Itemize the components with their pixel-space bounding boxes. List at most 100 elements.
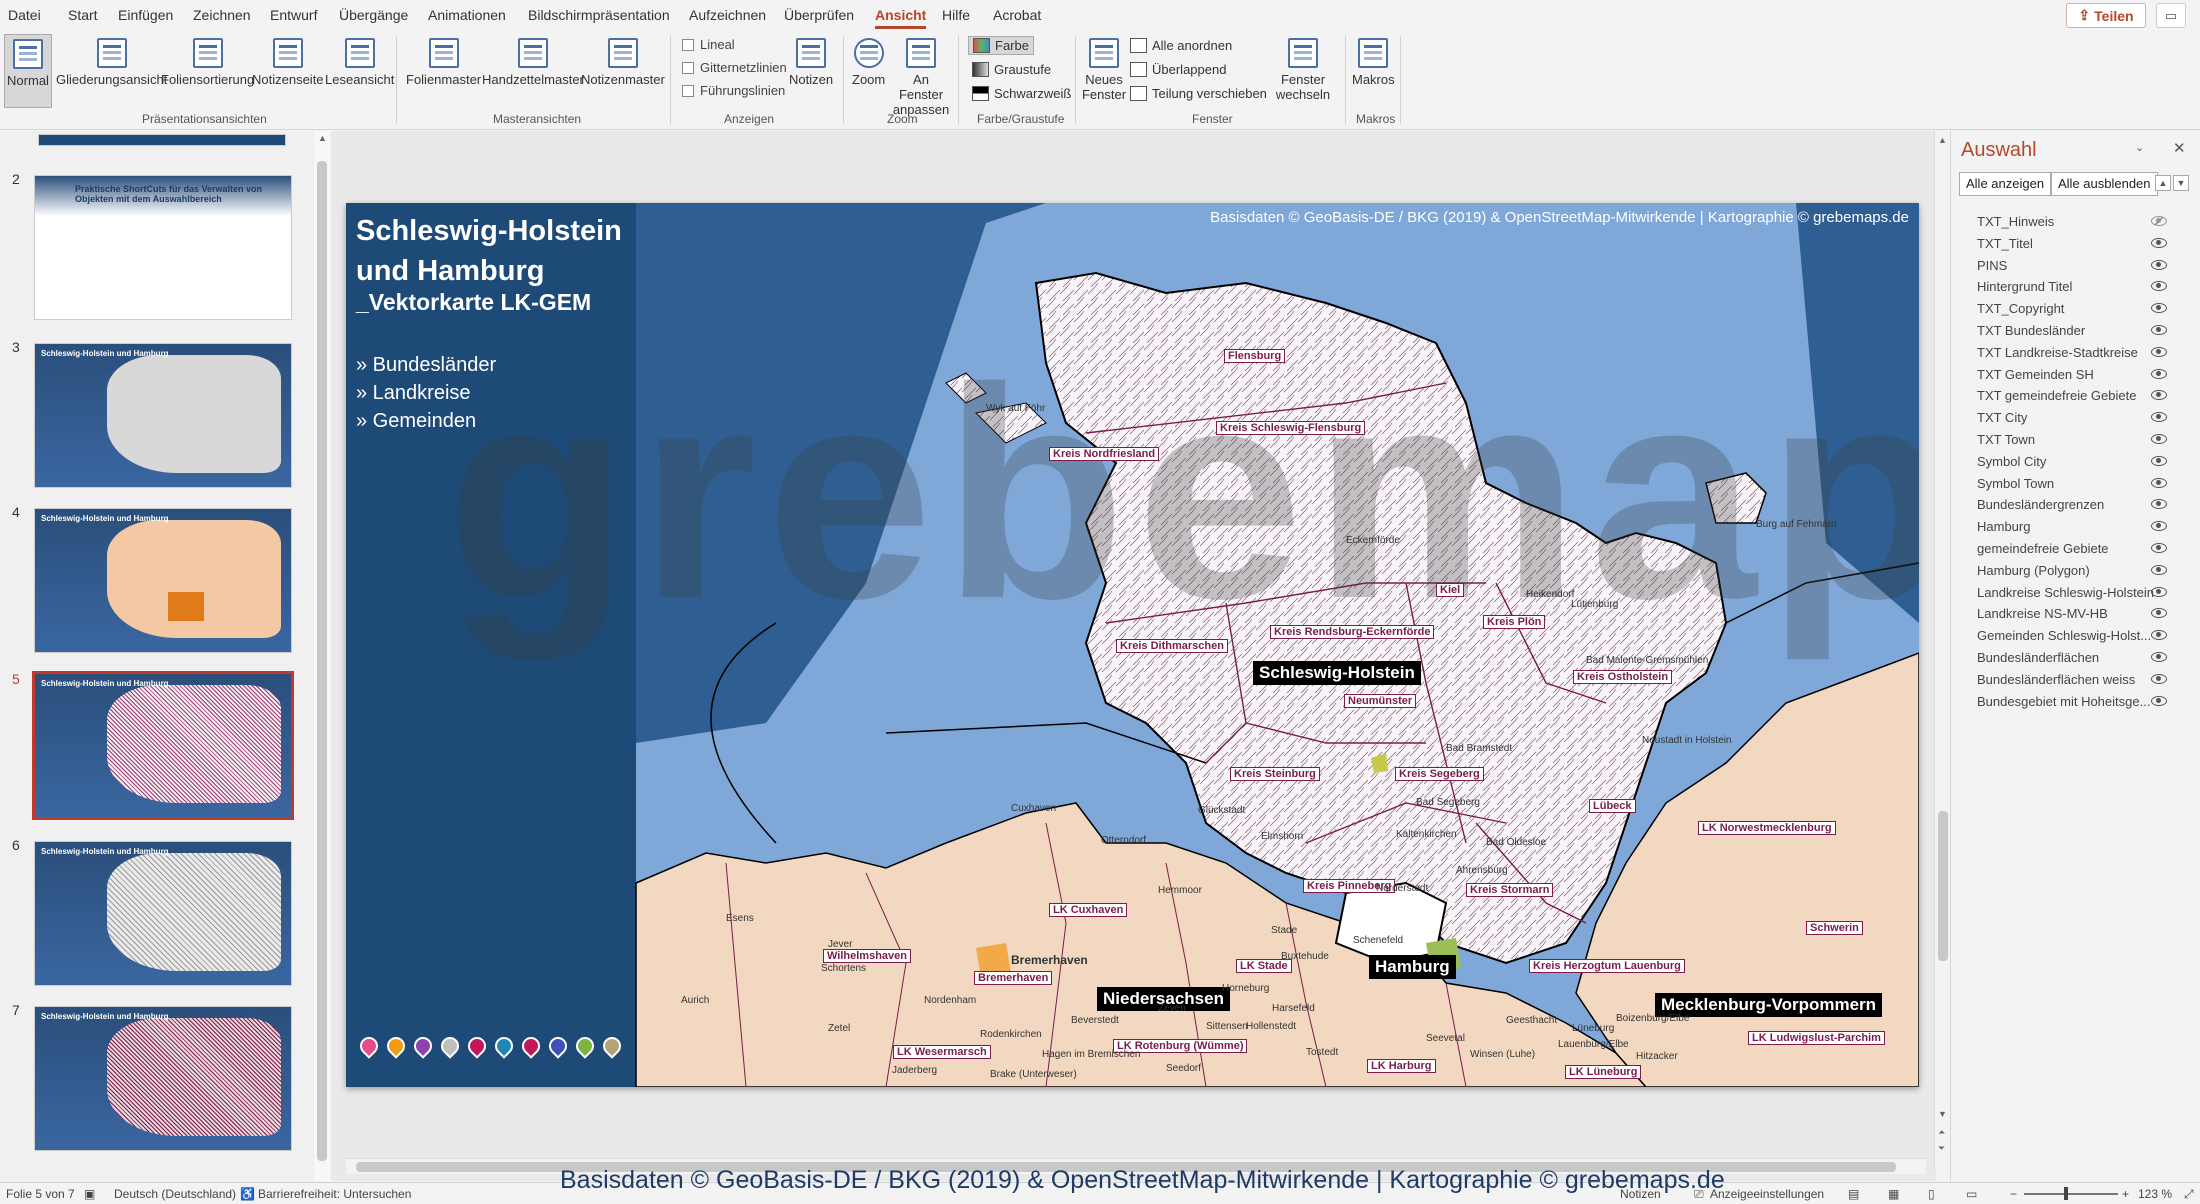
zoom-button[interactable]: Zoom bbox=[852, 38, 885, 87]
eye-icon[interactable] bbox=[2151, 455, 2167, 466]
district-label[interactable]: Lübeck bbox=[1589, 799, 1636, 813]
color-button[interactable]: Farbe bbox=[968, 36, 1034, 55]
district-label[interactable]: Kiel bbox=[1436, 583, 1465, 597]
selection-item[interactable]: Bundesländerflächen weiss bbox=[1951, 669, 2200, 690]
slideshow-icon[interactable]: ▭ bbox=[1966, 1187, 1977, 1201]
next-slide-icon[interactable]: ⏷ bbox=[1938, 1143, 1945, 1154]
district-label[interactable]: Kreis Schleswig-Flensburg bbox=[1216, 421, 1366, 435]
eye-icon[interactable] bbox=[2151, 325, 2167, 335]
district-label[interactable]: Schwerin bbox=[1806, 921, 1863, 935]
normal-view-button[interactable]: Normal bbox=[4, 34, 52, 108]
eye-icon[interactable] bbox=[2151, 477, 2167, 488]
switch-window-button[interactable]: Fenster wechseln bbox=[1268, 38, 1338, 102]
eye-icon[interactable] bbox=[2151, 521, 2167, 532]
pin-icon[interactable] bbox=[491, 1033, 517, 1059]
district-label[interactable]: Kreis Segeberg bbox=[1395, 767, 1484, 781]
scrollbar-thumb[interactable] bbox=[1938, 811, 1948, 961]
district-label[interactable]: Kreis Nordfriesland bbox=[1049, 447, 1160, 461]
pin-icon[interactable] bbox=[518, 1033, 544, 1059]
selection-item[interactable]: Hamburg (Polygon) bbox=[1951, 560, 2200, 581]
eye-icon[interactable] bbox=[2151, 608, 2167, 619]
district-label[interactable]: Kreis Stormarn bbox=[1466, 883, 1554, 897]
slide-thumbnail-7[interactable]: Schleswig-Holstein und Hamburg bbox=[34, 1006, 292, 1151]
eye-icon[interactable] bbox=[2151, 281, 2167, 292]
comment-button[interactable]: ▭ bbox=[2156, 3, 2186, 28]
scrollbar-thumb[interactable] bbox=[317, 161, 327, 1161]
tab-ansicht[interactable]: Ansicht bbox=[875, 7, 927, 29]
zoom-in-icon[interactable]: + bbox=[2122, 1187, 2129, 1201]
tab-animationen[interactable]: Animationen bbox=[428, 7, 506, 23]
selection-item[interactable]: Gemeinden Schleswig-Holst... bbox=[1951, 625, 2200, 646]
slide-thumbnail-4[interactable]: Schleswig-Holstein und Hamburg bbox=[34, 508, 292, 653]
district-label[interactable]: Kreis Steinburg bbox=[1230, 767, 1320, 781]
eye-icon[interactable] bbox=[2151, 368, 2167, 379]
pin-icon[interactable] bbox=[464, 1033, 490, 1059]
scroll-up-icon[interactable]: ▲ bbox=[318, 133, 327, 143]
pin-icon[interactable] bbox=[545, 1033, 571, 1059]
reading-view-button[interactable]: Leseansicht bbox=[325, 38, 394, 87]
selection-item[interactable]: Landkreise NS-MV-HB bbox=[1951, 603, 2200, 624]
district-label[interactable]: Neumünster bbox=[1344, 694, 1417, 708]
guides-checkbox[interactable]: Führungslinien bbox=[682, 83, 785, 98]
gridlines-checkbox[interactable]: Gitternetzlinien bbox=[682, 60, 787, 75]
selection-item[interactable]: gemeindefreie Gebiete bbox=[1951, 538, 2200, 559]
tab-entwurf[interactable]: Entwurf bbox=[270, 7, 317, 23]
selection-item[interactable]: Hamburg bbox=[1951, 516, 2200, 537]
move-split-button[interactable]: Teilung verschieben bbox=[1130, 86, 1267, 101]
accessibility-icon[interactable]: ♿ bbox=[240, 1187, 255, 1201]
eye-icon[interactable] bbox=[2151, 695, 2167, 706]
tab-zeichnen[interactable]: Zeichnen bbox=[193, 7, 251, 23]
selection-item[interactable]: Bundesländergrenzen bbox=[1951, 494, 2200, 515]
scroll-up-icon[interactable]: ▲ bbox=[1938, 135, 1947, 145]
zoom-slider[interactable] bbox=[2024, 1193, 2118, 1195]
selection-item[interactable]: PINS bbox=[1951, 255, 2200, 276]
selection-item[interactable]: Bundesgebiet mit Hoheitsge... bbox=[1951, 691, 2200, 712]
send-backward-icon[interactable]: ▼ bbox=[2173, 175, 2189, 191]
normal-view-icon[interactable]: ▤ bbox=[1848, 1187, 1859, 1201]
eye-icon[interactable] bbox=[2151, 673, 2167, 684]
eye-icon[interactable] bbox=[2151, 237, 2167, 248]
selection-item[interactable]: Hintergrund Titel bbox=[1951, 276, 2200, 297]
previous-slide-icon[interactable]: ⏶ bbox=[1938, 1127, 1945, 1138]
slide-thumbnail-5-selected[interactable]: Schleswig-Holstein und Hamburg bbox=[32, 671, 294, 820]
tab-hilfe[interactable]: Hilfe bbox=[942, 7, 970, 23]
thumbnail-partial[interactable] bbox=[38, 134, 286, 146]
notes-page-button[interactable]: Notizenseite bbox=[252, 38, 324, 87]
fit-to-window-button[interactable]: An Fenster anpassen bbox=[893, 38, 949, 117]
eye-icon[interactable] bbox=[2151, 434, 2167, 444]
slide-master-button[interactable]: Folienmaster bbox=[406, 38, 481, 87]
close-icon[interactable]: ✕ bbox=[2173, 139, 2186, 157]
selection-item[interactable]: Bundesländerflächen bbox=[1951, 647, 2200, 668]
district-label[interactable]: LK Wesermarsch bbox=[893, 1045, 991, 1059]
eye-hidden-icon[interactable] bbox=[2151, 216, 2167, 226]
selection-item[interactable]: Symbol Town bbox=[1951, 473, 2200, 494]
district-label[interactable]: Kreis Herzogtum Lauenburg bbox=[1529, 959, 1685, 973]
eye-icon[interactable] bbox=[2151, 412, 2167, 423]
district-label[interactable]: Flensburg bbox=[1224, 349, 1286, 363]
district-label[interactable]: Bremerhaven bbox=[974, 971, 1053, 985]
arrange-all-button[interactable]: Alle anordnen bbox=[1130, 38, 1232, 53]
selection-item[interactable]: TXT gemeindefreie Gebiete bbox=[1951, 385, 2200, 406]
tab-bildschirmpraesentation[interactable]: Bildschirmpräsentation bbox=[528, 7, 670, 23]
selection-item[interactable]: TXT_Copyright bbox=[1951, 298, 2200, 319]
tab-acrobat[interactable]: Acrobat bbox=[993, 7, 1041, 23]
eye-icon[interactable] bbox=[2151, 564, 2167, 575]
new-window-button[interactable]: Neues Fenster bbox=[1082, 38, 1126, 102]
selection-item[interactable]: Landkreise Schleswig-Holstein bbox=[1951, 582, 2200, 603]
pin-icon[interactable] bbox=[356, 1033, 382, 1059]
zoom-level[interactable]: 123 % bbox=[2138, 1187, 2172, 1201]
slide-thumbnail-6[interactable]: Schleswig-Holstein und Hamburg bbox=[34, 841, 292, 986]
share-button[interactable]: ⇪ Teilen bbox=[2066, 3, 2146, 28]
zoom-out-icon[interactable]: − bbox=[2010, 1187, 2017, 1201]
district-label[interactable]: LK Ludwigslust-Parchim bbox=[1748, 1031, 1885, 1045]
pin-icon[interactable] bbox=[599, 1033, 625, 1059]
selection-item[interactable]: Symbol City bbox=[1951, 451, 2200, 472]
selection-item[interactable]: TXT Bundesländer bbox=[1951, 320, 2200, 341]
display-settings[interactable]: Anzeigeeinstellungen bbox=[1710, 1187, 1824, 1201]
hide-all-button[interactable]: Alle ausblenden bbox=[2051, 172, 2158, 196]
tab-einfuegen[interactable]: Einfügen bbox=[118, 7, 173, 23]
tab-datei[interactable]: Datei bbox=[8, 7, 41, 23]
scroll-down-icon[interactable]: ▼ bbox=[1938, 1109, 1947, 1119]
eye-icon[interactable] bbox=[2151, 630, 2167, 641]
district-label[interactable]: Kreis Ostholstein bbox=[1573, 670, 1673, 684]
